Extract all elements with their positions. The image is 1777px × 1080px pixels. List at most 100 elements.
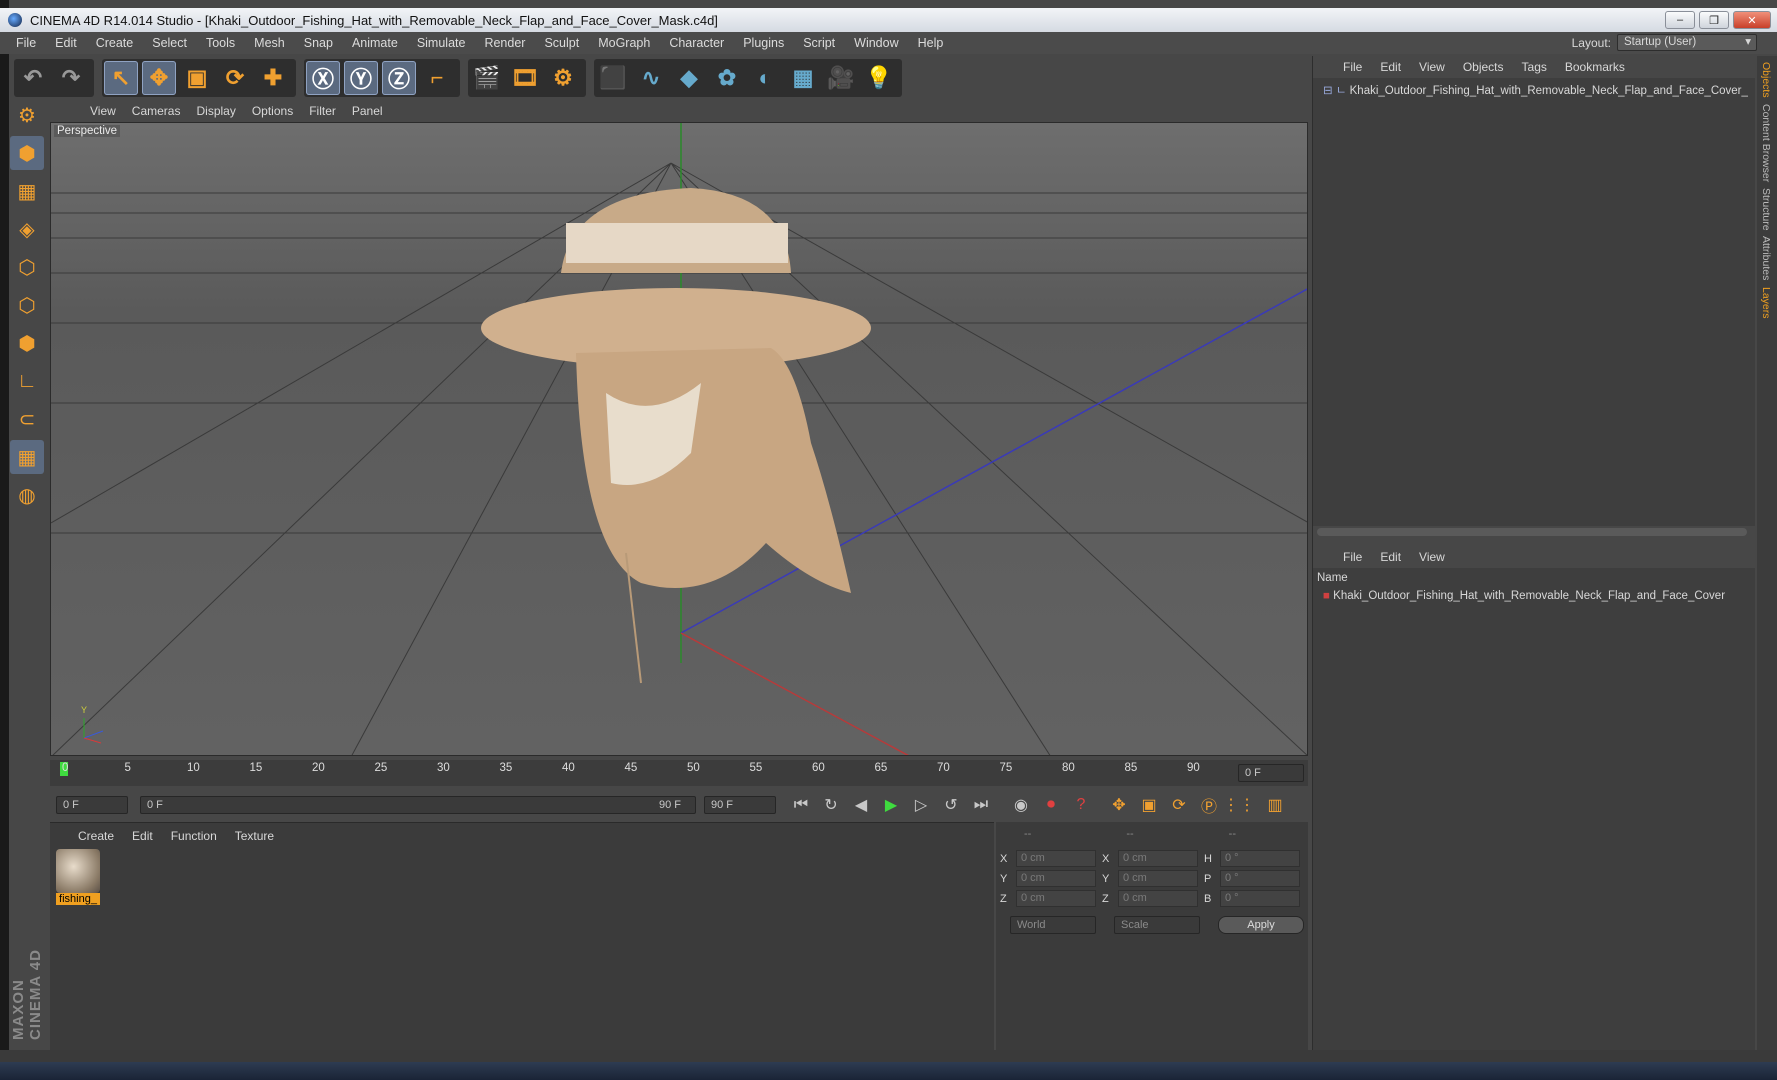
side-tab-structure[interactable]: Structure [1760, 188, 1772, 231]
cube-icon[interactable]: ⬛ [596, 61, 630, 95]
add-icon[interactable]: ✚ [256, 61, 290, 95]
render-picture-viewer-icon[interactable]: 🎞 [508, 61, 542, 95]
y-axis-icon[interactable]: Ⓨ [344, 61, 378, 95]
menu-plugins[interactable]: Plugins [743, 36, 784, 50]
side-tab-layers[interactable]: Layers [1760, 287, 1772, 319]
points-mode-icon[interactable]: ⬡ [10, 250, 44, 284]
floor-icon[interactable]: ▦ [786, 61, 820, 95]
object-menu-bookmarks[interactable]: Bookmarks [1565, 60, 1625, 74]
menu-render[interactable]: Render [484, 36, 525, 50]
menu-file[interactable]: File [16, 36, 36, 50]
move-icon[interactable]: ✥ [142, 61, 176, 95]
play-icon[interactable]: ▶ [878, 792, 904, 818]
viewport-menu-panel[interactable]: Panel [352, 104, 383, 118]
preview-range-slider[interactable]: 0 F 90 F [140, 796, 696, 814]
object-menu-file[interactable]: File [1343, 60, 1362, 74]
menu-simulate[interactable]: Simulate [417, 36, 466, 50]
scale-icon[interactable]: ▣ [180, 61, 214, 95]
prev-frame-icon[interactable]: ◀ [848, 792, 874, 818]
menu-animate[interactable]: Animate [352, 36, 398, 50]
material-menu-create[interactable]: Create [78, 829, 114, 843]
polygons-mode-icon[interactable]: ⬢ [10, 326, 44, 360]
key-parameter-icon[interactable]: Ⓟ [1196, 792, 1222, 818]
menu-script[interactable]: Script [803, 36, 835, 50]
viewport-menu-display[interactable]: Display [196, 104, 235, 118]
material-menu-edit[interactable]: Edit [132, 829, 153, 843]
maximize-button[interactable]: ❐ [1699, 11, 1729, 29]
key-position-icon[interactable]: ✥ [1106, 792, 1132, 818]
material-menu-function[interactable]: Function [171, 829, 217, 843]
workplane-icon[interactable]: ◈ [10, 212, 44, 246]
soft-select-icon[interactable]: ◍ [10, 478, 44, 512]
object-menu-edit[interactable]: Edit [1380, 60, 1401, 74]
camera-icon[interactable]: 🎥 [824, 61, 858, 95]
coord-value-field[interactable]: 0 cm [1118, 850, 1198, 867]
texture-mode-icon[interactable]: ▦ [10, 174, 44, 208]
coord-value-field[interactable]: 0 cm [1016, 870, 1096, 887]
magnet-icon[interactable]: ⊂ [10, 402, 44, 436]
layout-dropdown[interactable]: Startup (User) [1617, 34, 1757, 51]
menu-sculpt[interactable]: Sculpt [544, 36, 579, 50]
array-icon[interactable]: ✿ [710, 61, 744, 95]
keyframe-selection-icon[interactable]: ? [1068, 792, 1094, 818]
coord-value-field[interactable]: 0 cm [1118, 870, 1198, 887]
coord-system-dropdown[interactable]: World [1010, 916, 1096, 934]
minimize-button[interactable]: – [1665, 11, 1695, 29]
model-mode-icon[interactable]: ⬢ [10, 136, 44, 170]
key-scale-icon[interactable]: ▣ [1136, 792, 1162, 818]
size-mode-dropdown[interactable]: Scale [1114, 916, 1200, 934]
next-key-icon[interactable]: ↺ [938, 792, 964, 818]
menu-mesh[interactable]: Mesh [254, 36, 285, 50]
object-scrollbar[interactable] [1317, 528, 1747, 536]
viewport-menu-filter[interactable]: Filter [309, 104, 336, 118]
rotate-icon[interactable]: ⟳ [218, 61, 252, 95]
coord-value-field[interactable]: 0 cm [1118, 890, 1198, 907]
axis-mode-icon[interactable]: ∟ [10, 364, 44, 398]
snap-grid-icon[interactable]: ▦ [10, 440, 44, 474]
layer-row[interactable]: ■ Khaki_Outdoor_Fishing_Hat_with_Removab… [1313, 588, 1755, 604]
coord-value-field[interactable]: 0 cm [1016, 850, 1096, 867]
material-menu-texture[interactable]: Texture [235, 829, 274, 843]
current-frame-field[interactable]: 0 F [1238, 764, 1304, 782]
spline-icon[interactable]: ∿ [634, 61, 668, 95]
viewport-menu-cameras[interactable]: Cameras [132, 104, 181, 118]
menu-edit[interactable]: Edit [55, 36, 77, 50]
coord-value-field[interactable]: 0 ° [1220, 890, 1300, 907]
layer-menu-view[interactable]: View [1419, 550, 1445, 564]
hat-model[interactable] [481, 188, 871, 684]
menu-tools[interactable]: Tools [206, 36, 235, 50]
side-tab-content-browser[interactable]: Content Browser [1760, 104, 1772, 182]
apply-button[interactable]: Apply [1218, 916, 1304, 934]
render-view-icon[interactable]: 🎬 [470, 61, 504, 95]
coord-value-field[interactable]: 0 ° [1220, 870, 1300, 887]
menu-create[interactable]: Create [96, 36, 134, 50]
nurbs-icon[interactable]: ◆ [672, 61, 706, 95]
layer-menu-edit[interactable]: Edit [1380, 550, 1401, 564]
menu-snap[interactable]: Snap [304, 36, 333, 50]
edges-mode-icon[interactable]: ⬡ [10, 288, 44, 322]
z-axis-icon[interactable]: Ⓩ [382, 61, 416, 95]
end-frame-field[interactable]: 90 F [704, 796, 776, 814]
viewport-menu-view[interactable]: View [90, 104, 116, 118]
deformer-icon[interactable]: ◐ [748, 61, 782, 95]
coord-value-field[interactable]: 0 ° [1220, 850, 1300, 867]
object-menu-objects[interactable]: Objects [1463, 60, 1504, 74]
key-rotation-icon[interactable]: ⟳ [1166, 792, 1192, 818]
viewport-menu-options[interactable]: Options [252, 104, 293, 118]
menu-character[interactable]: Character [669, 36, 724, 50]
object-menu-view[interactable]: View [1419, 60, 1445, 74]
material-item[interactable]: fishing_ [56, 849, 100, 905]
world-coord-icon[interactable]: ⌐ [420, 61, 454, 95]
prev-key-icon[interactable]: ↻ [818, 792, 844, 818]
undo-icon[interactable]: ↶ [16, 61, 50, 95]
side-tab-attributes[interactable]: Attributes [1760, 236, 1772, 280]
side-tab-objects[interactable]: Objects [1760, 62, 1772, 98]
menu-window[interactable]: Window [854, 36, 898, 50]
x-axis-icon[interactable]: Ⓧ [306, 61, 340, 95]
object-row[interactable]: ⊟ ㄴ Khaki_Outdoor_Fishing_Hat_with_Remov… [1313, 78, 1755, 102]
goto-start-icon[interactable]: ⏮ [788, 792, 814, 818]
edit-render-settings-icon[interactable]: ⚙ [546, 61, 580, 95]
timeline-ruler[interactable]: 0 F 0 5 10 15 20 25 30 35 40 45 50 55 60 65 70 75 80 85 90 [50, 760, 1308, 786]
coord-value-field[interactable]: 0 cm [1016, 890, 1096, 907]
autokey-icon[interactable]: ⏺ [1038, 792, 1064, 818]
